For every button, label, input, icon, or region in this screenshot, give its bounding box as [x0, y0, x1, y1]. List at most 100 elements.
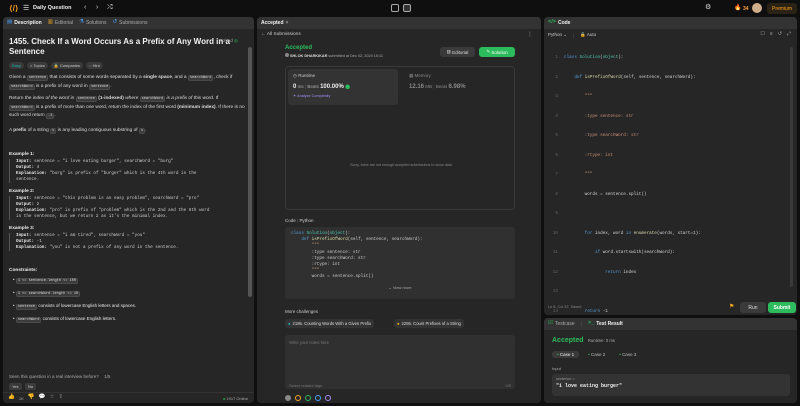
tab-test-result[interactable]: >_ Test Result: [588, 321, 623, 327]
star-icon[interactable]: ☆: [49, 395, 54, 401]
language-select[interactable]: Python ⌄: [548, 32, 567, 38]
reset-icon[interactable]: ↺: [778, 31, 782, 37]
challenge-link[interactable]: ● 2185. Counting Words With a Given Prefi…: [285, 319, 375, 328]
chevron-down-icon: ⌄: [388, 285, 392, 290]
editor-toolbar: Python ⌄ | 🔒 Auto: [548, 32, 597, 38]
constraints: Constraints: • 1 <= sentence.length <= 1…: [9, 268, 245, 324]
notes-icon[interactable]: [403, 4, 411, 12]
constraint-item: • 1 <= sentence.length <= 100: [13, 276, 79, 284]
bulb-icon: ◌: [89, 63, 92, 68]
tab-testcase[interactable]: ☑ Testcase: [548, 321, 575, 327]
problem-title[interactable]: 1455. Check If a Word Occurs As a Prefix…: [9, 37, 239, 56]
code-icon: </>: [548, 19, 556, 26]
bookmark-icon[interactable]: ☐: [760, 31, 764, 37]
example-3: Example 3: Input: sentence = "i am tired…: [9, 226, 245, 251]
case-tab-3[interactable]: • Case 3: [614, 351, 641, 358]
daily-question-title[interactable]: Daily Question: [33, 5, 72, 11]
auto-toggle[interactable]: 🔒 Auto: [580, 32, 596, 38]
logo-icon[interactable]: ⟨/⟩: [9, 4, 19, 13]
test-result-panel: ☑ Testcase | >_ Test Result Accepted Runti…: [544, 318, 797, 403]
difficulty-dot-icon: ●: [397, 321, 400, 326]
no-button[interactable]: No: [25, 383, 37, 390]
shuffle-icon[interactable]: ⤮: [107, 4, 113, 11]
case-tab-2[interactable]: • Case 2: [583, 351, 610, 358]
view-more-button[interactable]: ⌄ View more: [285, 285, 515, 291]
example-1: Example 1: Input: sentence = "i love eat…: [9, 152, 245, 183]
hint-chip[interactable]: ◌ Hint: [86, 62, 103, 69]
tag-row: Easy ⌂ Topics 🔒 Companies ◌ Hint: [9, 62, 245, 69]
constraint-item: • sentence consists of lowercase English…: [13, 302, 137, 310]
run-button[interactable]: Run: [740, 302, 766, 313]
more-icon[interactable]: ⋮: [527, 31, 533, 38]
distribution-empty-message: Sorry, there are not enough accepted sub…: [350, 163, 452, 167]
color-dot-purple[interactable]: [325, 395, 331, 401]
settings-icon[interactable]: ⚙: [705, 4, 711, 11]
memory-icon: ▦: [409, 73, 414, 78]
difficulty-badge[interactable]: Easy: [9, 62, 24, 69]
code-editor[interactable]: 1 class Solution(object): 2 def isPrefixO…: [548, 42, 793, 314]
example-block: Input: sentence = "this problem is an ea…: [9, 195, 245, 220]
example-2: Example 2: Input: sentence = "this probl…: [9, 189, 245, 220]
solution-button[interactable]: ✎ Solution: [479, 47, 515, 57]
book-icon: ▥: [47, 19, 53, 26]
tab-accepted[interactable]: Accepted ×: [261, 20, 288, 26]
format-icon[interactable]: ≡: [770, 31, 773, 37]
avatar[interactable]: [752, 3, 762, 13]
comment-icon[interactable]: 💬: [39, 395, 46, 401]
avatar: [285, 53, 289, 57]
sparkle-icon: ✦: [293, 94, 297, 98]
submit-button[interactable]: Submit: [768, 302, 796, 313]
description-tabbar: ▤ Description ▥ Editorial ⚗ Solutions ↺ Subm…: [3, 17, 254, 29]
chevron-down-icon: ⌄: [563, 32, 568, 37]
memory-box[interactable]: ▦ Memory 12.16 MB | Beats 6.98%: [404, 69, 512, 105]
editor-scrollbar[interactable]: [790, 47, 793, 287]
description-scrollbar[interactable]: [248, 47, 252, 297]
layout-icon[interactable]: [391, 4, 399, 12]
code-editor-panel: </> Code Python ⌄ | 🔒 Auto ☐ ≡ ↺ ⤢ 1 class…: [544, 17, 797, 315]
editorial-button[interactable]: ▥ Editorial: [440, 47, 475, 57]
problem-list-icon[interactable]: ☰: [23, 5, 29, 12]
input-box: sentence = "i love eating burger": [552, 374, 790, 396]
notes-area[interactable]: Write your notes here Select related tag…: [285, 335, 515, 389]
yes-button[interactable]: Yes: [9, 383, 22, 390]
color-dot-gray[interactable]: [285, 395, 291, 401]
example-heading: Example 2:: [9, 188, 35, 194]
case-tab-1[interactable]: • Case 1: [552, 351, 580, 358]
close-tab-icon[interactable]: ×: [286, 20, 289, 26]
expand-icon[interactable]: ⤢: [787, 31, 791, 37]
streak-flame-icon[interactable]: 🔥: [734, 4, 741, 11]
tab-code[interactable]: </> Code: [548, 20, 570, 26]
premium-button[interactable]: Premium: [767, 3, 797, 14]
constraints-heading: Constraints:: [9, 267, 38, 273]
runtime-box[interactable]: ◷ Runtime 0 ms | Beats 100.00% ⬤ ✦ Analy…: [288, 69, 398, 105]
document-icon: ▤: [7, 19, 13, 26]
dislike-icon[interactable]: 👎: [28, 395, 35, 401]
like-icon[interactable]: 👍: [8, 395, 15, 401]
next-problem-icon[interactable]: ›: [96, 4, 98, 11]
edit-icon: ✎: [486, 49, 491, 54]
tab-editorial[interactable]: ▥ Editorial: [48, 20, 73, 26]
like-count: 1K: [18, 395, 24, 401]
debug-icon[interactable]: ⚑: [729, 303, 734, 310]
code-header: Code | Python: [285, 218, 314, 223]
color-dot-orange[interactable]: [295, 395, 301, 401]
code-tabbar: </> Code: [544, 17, 797, 29]
color-dot-blue[interactable]: [315, 395, 321, 401]
more-challenges-heading: More challenges: [285, 309, 319, 314]
prev-problem-icon[interactable]: ‹: [84, 4, 86, 11]
notes-count: 0/5: [505, 383, 511, 388]
companies-chip[interactable]: 🔒 Companies: [50, 62, 84, 69]
tab-submissions[interactable]: ↺ Submissions: [113, 20, 148, 26]
clock-icon: ◷: [293, 73, 297, 78]
editor-status: Ln 8, Col 33 Saved: [548, 305, 582, 309]
challenge-link[interactable]: ● 2255. Count Prefixes of a String: [394, 319, 464, 328]
color-dot-green[interactable]: [305, 395, 311, 401]
all-submissions-link[interactable]: ← All Submissions: [261, 32, 301, 37]
tab-description[interactable]: ▤ Description: [7, 20, 42, 26]
back-arrow-icon: ←: [261, 32, 266, 37]
analyze-complexity-link[interactable]: ✦ Analyze Complexity: [293, 93, 393, 98]
share-icon[interactable]: ⇪: [58, 395, 63, 401]
stats-card: ◷ Runtime 0 ms | Beats 100.00% ⬤ ✦ Analy…: [285, 66, 515, 210]
topics-chip[interactable]: ⌂ Topics: [26, 62, 48, 69]
tab-solutions[interactable]: ⚗ Solutions: [79, 20, 107, 26]
